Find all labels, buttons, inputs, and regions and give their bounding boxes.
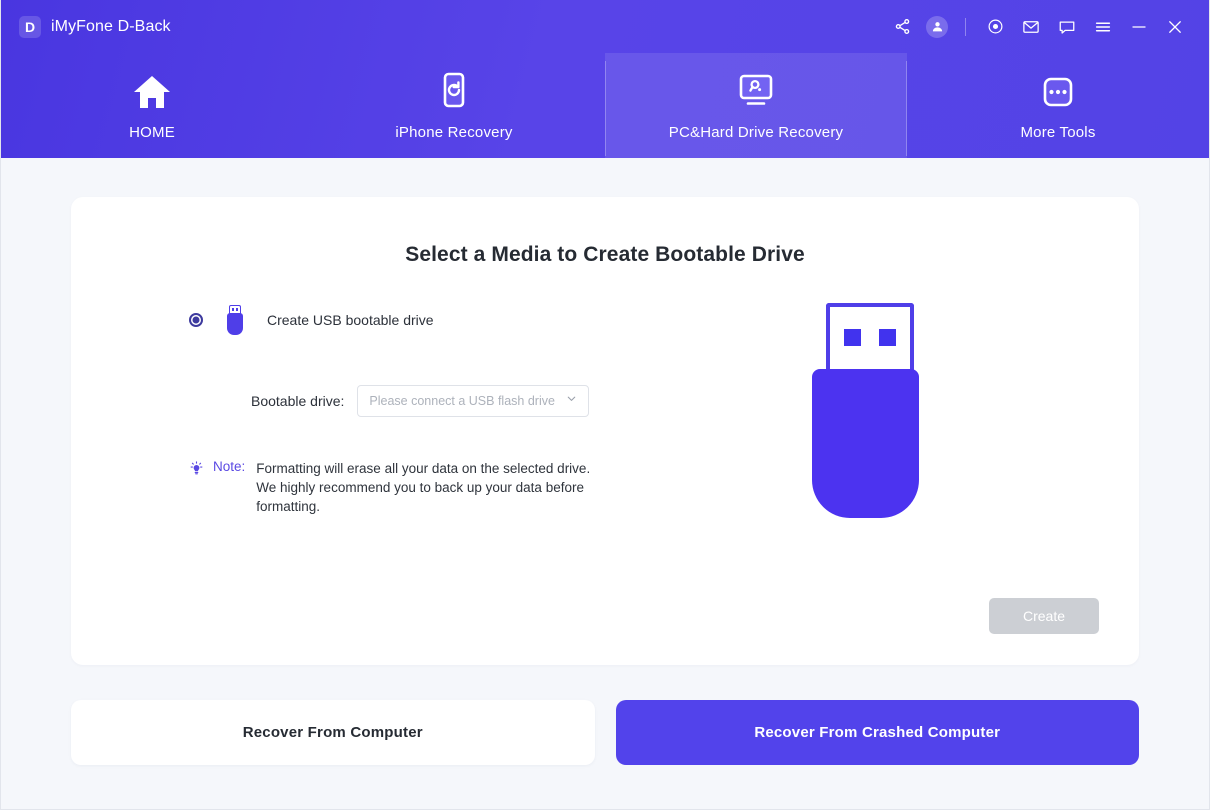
menu-icon[interactable]: [1085, 11, 1121, 43]
tab-label-more-tools: More Tools: [1020, 123, 1096, 141]
tab-label-iphone-recovery: iPhone Recovery: [395, 123, 513, 141]
more-dots-icon: [1040, 71, 1076, 113]
tab-label-pc-hard-drive-recovery: PC&Hard Drive Recovery: [668, 123, 844, 141]
minimize-icon[interactable]: [1121, 11, 1157, 43]
home-icon: [132, 71, 172, 113]
tab-label-home: HOME: [129, 123, 175, 141]
account-avatar-icon[interactable]: [920, 11, 954, 43]
options-column: Create USB bootable drive Bootable drive…: [71, 303, 631, 518]
titlebar-actions: [884, 11, 1193, 43]
create-button[interactable]: Create: [989, 598, 1099, 634]
bottom-actions: Recover From Computer Recover From Crash…: [71, 700, 1139, 765]
note-label: Note:: [213, 459, 246, 474]
mail-icon[interactable]: [1013, 11, 1049, 43]
note-block: Note: Formatting will erase all your dat…: [189, 459, 631, 516]
bootable-drive-label: Bootable drive:: [251, 393, 345, 409]
main-nav-tabs: HOME iPhone Recovery PC&Hard Drive Recov…: [1, 53, 1209, 158]
close-icon[interactable]: [1157, 11, 1193, 43]
usb-drive-icon: [227, 305, 243, 335]
app-window: D iMyFone D-Back HOME iPhone Recovery PC…: [0, 0, 1210, 810]
note-text: Formatting will erase all your data on t…: [256, 461, 591, 514]
bootable-drive-card: Select a Media to Create Bootable Drive …: [71, 197, 1139, 665]
create-usb-radio[interactable]: [189, 313, 203, 327]
usb-flash-drive-illustration: [811, 303, 919, 518]
share-icon[interactable]: [884, 11, 920, 43]
bootable-drive-select[interactable]: Please connect a USB flash drive: [357, 385, 590, 417]
card-content: Create USB bootable drive Bootable drive…: [71, 303, 1139, 518]
target-icon[interactable]: [977, 11, 1013, 43]
create-button-wrap: Create: [989, 598, 1099, 634]
illustration-column: [631, 303, 1139, 518]
usb-option-label: Create USB bootable drive: [267, 312, 434, 328]
brand: D iMyFone D-Back: [19, 15, 171, 38]
page-title: Select a Media to Create Bootable Drive: [405, 243, 805, 266]
recover-from-computer-button[interactable]: Recover From Computer: [71, 700, 595, 765]
lightbulb-icon: [189, 459, 207, 481]
tab-pc-hard-drive-recovery[interactable]: PC&Hard Drive Recovery: [605, 53, 907, 158]
app-logo-icon: D: [19, 15, 41, 38]
phone-refresh-icon: [436, 71, 472, 113]
app-header: D iMyFone D-Back HOME iPhone Recovery PC…: [1, 0, 1209, 158]
title-bar: D iMyFone D-Back: [1, 0, 1209, 53]
main-content: Select a Media to Create Bootable Drive …: [1, 158, 1209, 808]
bootable-drive-field: Bootable drive: Please connect a USB fla…: [189, 385, 631, 417]
usb-option-row[interactable]: Create USB bootable drive: [189, 303, 631, 337]
app-title: iMyFone D-Back: [51, 17, 171, 35]
titlebar-divider: [965, 17, 966, 36]
tab-home[interactable]: HOME: [1, 53, 303, 158]
bootable-drive-placeholder: Please connect a USB flash drive: [369, 394, 555, 408]
monitor-search-icon: [735, 71, 777, 113]
tab-iphone-recovery[interactable]: iPhone Recovery: [303, 53, 605, 158]
chevron-down-icon: [565, 392, 578, 410]
tab-more-tools[interactable]: More Tools: [907, 53, 1209, 158]
recover-from-crashed-computer-button[interactable]: Recover From Crashed Computer: [615, 700, 1139, 765]
avatar: [926, 15, 948, 38]
chat-icon[interactable]: [1049, 11, 1085, 43]
